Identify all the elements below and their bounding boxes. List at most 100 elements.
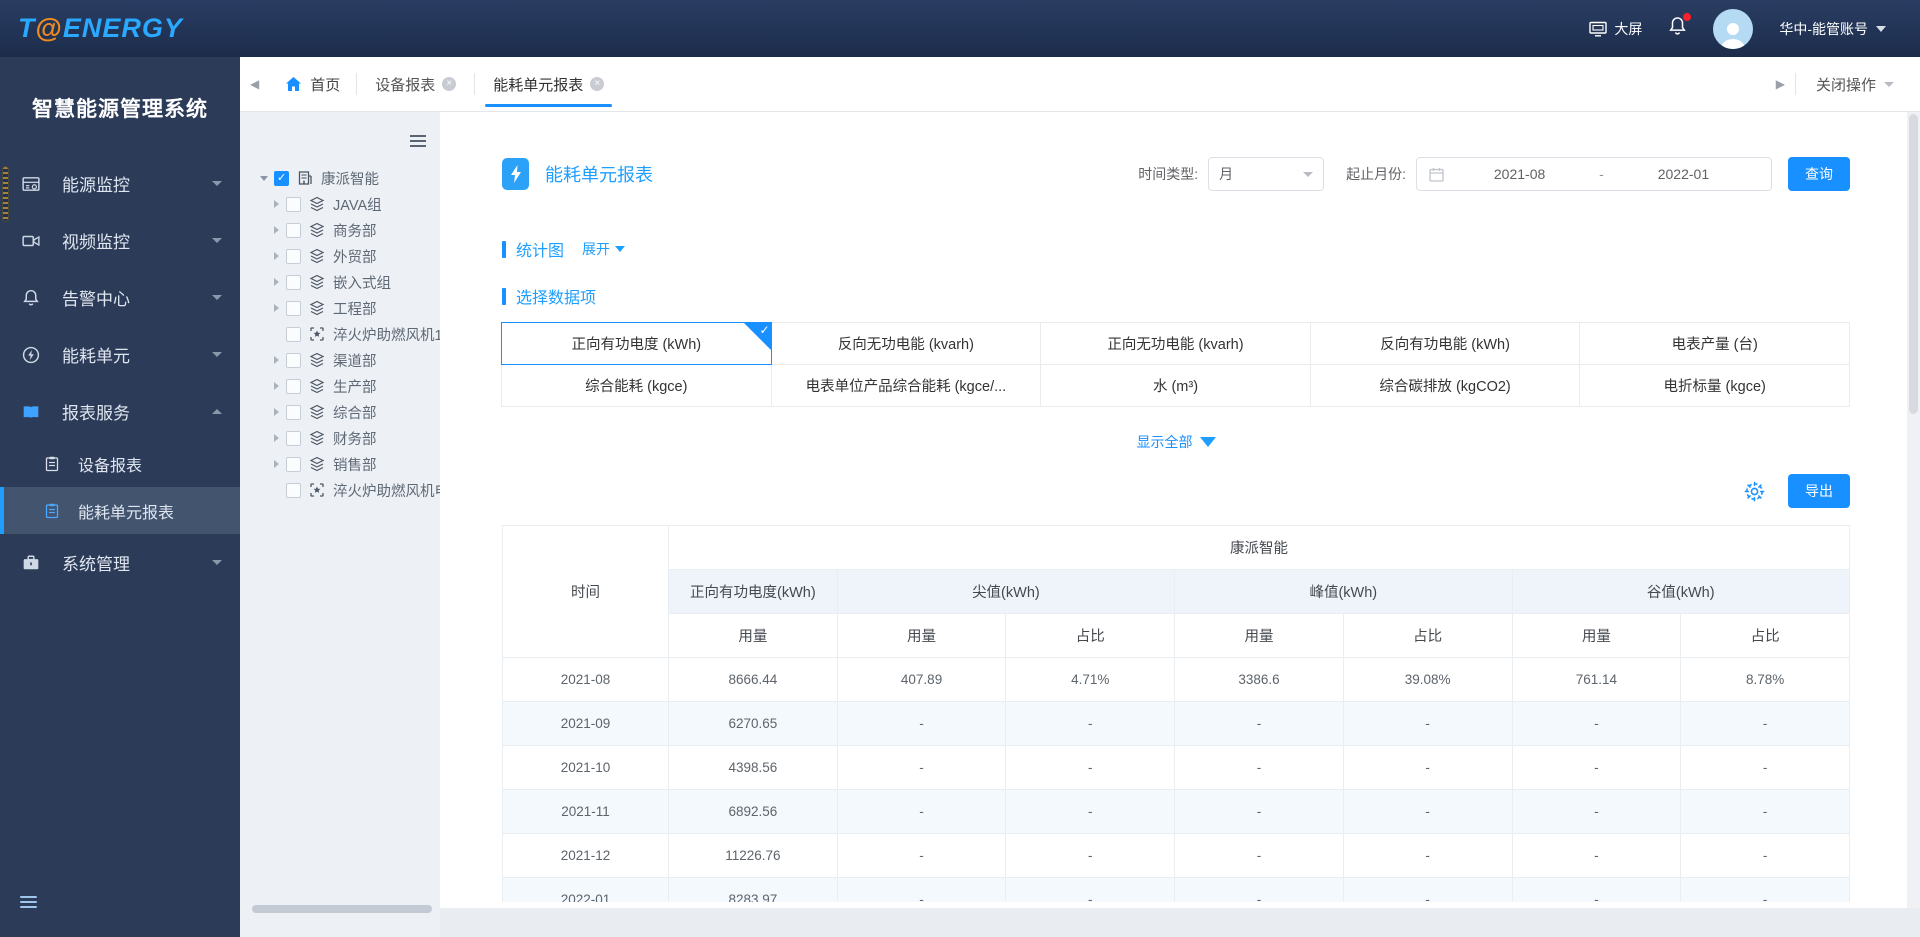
avatar[interactable] — [1713, 8, 1754, 49]
account-menu[interactable]: 华中-能管账号 — [1779, 19, 1886, 39]
range-separator: - — [1599, 166, 1604, 182]
tree-node-dept[interactable]: JAVA组 — [240, 191, 440, 217]
data-item-button[interactable]: 综合碳排放 (kgCO2) — [1309, 364, 1581, 407]
sidebar-item-system-manage[interactable]: 系统管理 — [0, 534, 240, 591]
close-operations-dropdown[interactable]: 关闭操作 — [1796, 74, 1920, 95]
account-name: 华中-能管账号 — [1779, 20, 1868, 37]
tree-expand-icon[interactable] — [270, 252, 282, 260]
data-item-button[interactable]: 综合能耗 (kgce) — [501, 364, 772, 407]
tree-node-company[interactable]: 康派智能 — [240, 165, 440, 191]
tree-node-dept[interactable]: 综合部 — [240, 399, 440, 425]
tree-node-dept[interactable]: 嵌入式组 — [240, 269, 440, 295]
sidebar-collapse-button[interactable] — [20, 893, 37, 911]
export-button[interactable]: 导出 — [1788, 474, 1850, 508]
data-item-button[interactable]: 反向有功电能 (kWh) — [1309, 322, 1581, 365]
tree-checkbox[interactable] — [286, 404, 301, 420]
tree-horizontal-scrollbar[interactable] — [252, 905, 432, 913]
briefcase-icon — [23, 555, 39, 569]
tree-expand-icon[interactable] — [270, 278, 282, 286]
cell-time: 2021-10 — [502, 745, 669, 790]
tree-checkbox[interactable] — [286, 222, 301, 238]
data-item-button[interactable]: 电表单位产品综合能耗 (kgce/... — [770, 364, 1042, 407]
tree-checkbox[interactable] — [286, 378, 301, 394]
tree-collapse-button[interactable] — [410, 132, 426, 150]
tree-node-device[interactable]: 淬火炉助燃风机1# — [240, 321, 440, 347]
tree-node-dept[interactable]: 销售部 — [240, 451, 440, 477]
data-item-button[interactable]: 正向无功电能 (kvarh) — [1040, 322, 1311, 365]
tabs-scroll-right-icon[interactable]: ▶ — [1766, 77, 1795, 91]
range-end-input[interactable]: 2022-01 — [1608, 166, 1759, 182]
tree-node-label: 嵌入式组 — [333, 275, 391, 292]
tree-node-label: 外贸部 — [333, 249, 377, 266]
tab-home[interactable]: 首页 — [269, 57, 356, 111]
tree-node-dept[interactable]: 外贸部 — [240, 243, 440, 269]
date-range-label: 起止月份: — [1346, 166, 1406, 182]
tree-expand-icon[interactable] — [270, 408, 282, 416]
scrollbar-thumb[interactable] — [1909, 114, 1918, 414]
sidebar-scroll-handle[interactable] — [2, 166, 9, 222]
tree-checkbox[interactable] — [286, 352, 301, 368]
query-button[interactable]: 查询 — [1788, 157, 1850, 191]
meter-icon — [22, 176, 40, 191]
big-screen-button[interactable]: 大屏 — [1589, 19, 1642, 39]
sub-header: 占比 — [1680, 613, 1850, 658]
tree-node-dept[interactable]: 财务部 — [240, 425, 440, 451]
sidebar-item-alarm-center[interactable]: 告警中心 — [0, 269, 240, 326]
sidebar-item-report-service[interactable]: 报表服务 — [0, 383, 240, 440]
tree-checkbox[interactable] — [274, 170, 289, 186]
chart-expand-toggle[interactable]: 展开 — [582, 239, 626, 259]
close-icon[interactable]: × — [590, 77, 605, 91]
chevron-down-icon — [212, 295, 222, 300]
tab-energy-unit-report[interactable]: 能耗单元报表 × — [475, 57, 622, 111]
data-item-button[interactable]: 电表产量 (台) — [1579, 322, 1850, 365]
sidebar-item-energy-monitor[interactable]: 能源监控 — [0, 155, 240, 212]
settings-gear-icon[interactable] — [1743, 480, 1766, 503]
show-all-toggle[interactable]: 显示全部 — [502, 432, 1850, 452]
sidebar-item-energy-unit-report[interactable]: 能耗单元报表 — [0, 487, 240, 534]
tree-checkbox[interactable] — [286, 430, 301, 446]
tree-expand-icon[interactable] — [258, 175, 270, 181]
tree-node-label: 财务部 — [333, 431, 377, 448]
tree-expand-icon[interactable] — [270, 226, 282, 234]
time-type-select[interactable]: 月 — [1208, 157, 1325, 191]
cell-time: 2021-09 — [502, 701, 669, 746]
show-all-label: 显示全部 — [1136, 434, 1193, 450]
data-item-button[interactable]: 反向无功电能 (kvarh) — [770, 322, 1042, 365]
tree-expand-icon[interactable] — [270, 434, 282, 442]
tree-node-dept[interactable]: 生产部 — [240, 373, 440, 399]
tree-checkbox[interactable] — [286, 456, 301, 472]
tree-expand-icon[interactable] — [270, 200, 282, 208]
table-row: 2021-08 8666.44 407.89 4.71% 3386.6 39.0… — [502, 657, 1850, 702]
sidebar-item-device-report[interactable]: 设备报表 — [0, 440, 240, 487]
sidebar-item-video-monitor[interactable]: 视频监控 — [0, 212, 240, 269]
tree-expand-icon[interactable] — [270, 304, 282, 312]
chevron-up-icon — [212, 409, 222, 414]
tree-checkbox[interactable] — [286, 482, 301, 498]
tree-node-dept[interactable]: 工程部 — [240, 295, 440, 321]
tree-checkbox[interactable] — [286, 196, 301, 212]
tree-node-dept[interactable]: 商务部 — [240, 217, 440, 243]
close-icon[interactable]: × — [442, 77, 457, 91]
chevron-down-icon — [1876, 25, 1886, 32]
tabs-scroll-left-icon[interactable]: ◀ — [240, 77, 269, 91]
notification-bell-button[interactable] — [1668, 13, 1692, 41]
tab-device-report[interactable]: 设备报表 × — [357, 57, 474, 111]
section-bar — [502, 287, 506, 305]
tree-checkbox[interactable] — [286, 326, 301, 342]
data-item-button[interactable]: 电折标量 (kgce) — [1579, 364, 1850, 407]
tree-checkbox[interactable] — [286, 274, 301, 290]
tree-checkbox[interactable] — [286, 248, 301, 264]
main-vertical-scrollbar[interactable] — [1907, 112, 1920, 908]
sidebar-item-energy-unit[interactable]: 能耗单元 — [0, 326, 240, 383]
tree-expand-icon[interactable] — [270, 460, 282, 468]
data-item-button[interactable]: 正向有功电度 (kWh) — [501, 322, 772, 365]
data-items-section-title: 选择数据项 — [516, 290, 597, 307]
data-item-button[interactable]: 水 (m³) — [1040, 364, 1311, 407]
tree-expand-icon[interactable] — [270, 356, 282, 364]
tree-checkbox[interactable] — [286, 300, 301, 316]
tree-node-dept[interactable]: 渠道部 — [240, 347, 440, 373]
month-range-picker[interactable]: 2021-08 - 2022-01 — [1416, 157, 1772, 191]
range-start-input[interactable]: 2021-08 — [1444, 166, 1595, 182]
tree-expand-icon[interactable] — [270, 382, 282, 390]
tree-node-device[interactable]: 淬火炉助燃风机电 — [240, 477, 440, 503]
